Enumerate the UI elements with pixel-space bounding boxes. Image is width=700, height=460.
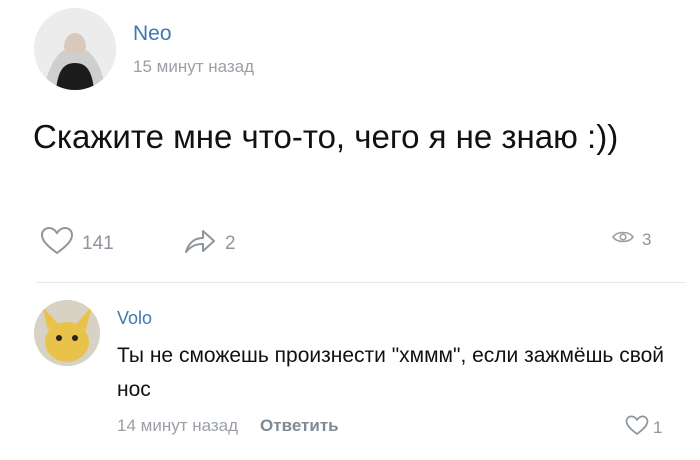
heart-icon	[40, 226, 74, 262]
share-count: 2	[225, 233, 236, 254]
comment: Volo Ты не сможешь произнести "хммм", ес…	[0, 283, 700, 460]
post: Neo 15 минут назад Скажите мне что-то, ч…	[0, 0, 700, 280]
comment-like-count: 1	[653, 418, 663, 437]
like-button[interactable]: 141	[40, 226, 114, 262]
comment-like-button[interactable]: 1	[625, 415, 662, 441]
comment-author[interactable]: Volo	[117, 308, 152, 329]
avatar[interactable]	[34, 8, 116, 90]
author-name[interactable]: Neo	[133, 22, 172, 46]
comment-timestamp: 14 минут назад	[117, 416, 239, 435]
share-arrow-icon	[183, 226, 217, 262]
views-counter: 3	[612, 229, 651, 250]
comment-text: Ты не сможешь произнести "хммм", если за…	[117, 344, 665, 401]
comment-avatar[interactable]	[34, 300, 100, 366]
avatar-photo	[34, 8, 116, 90]
post-timestamp: 15 минут назад	[133, 57, 255, 76]
reply-button[interactable]: Ответить	[260, 416, 339, 436]
share-button[interactable]: 2	[183, 226, 236, 262]
post-text: Скажите мне что-то, чего я не знаю :))	[33, 118, 619, 155]
heart-icon	[625, 415, 649, 441]
avatar-photo	[34, 300, 100, 366]
like-count: 141	[82, 233, 114, 254]
comment-meta: 14 минут назад Ответить	[117, 416, 339, 436]
eye-icon	[612, 229, 634, 250]
views-count: 3	[642, 229, 652, 249]
post-actions: 141 2 3	[0, 226, 700, 262]
